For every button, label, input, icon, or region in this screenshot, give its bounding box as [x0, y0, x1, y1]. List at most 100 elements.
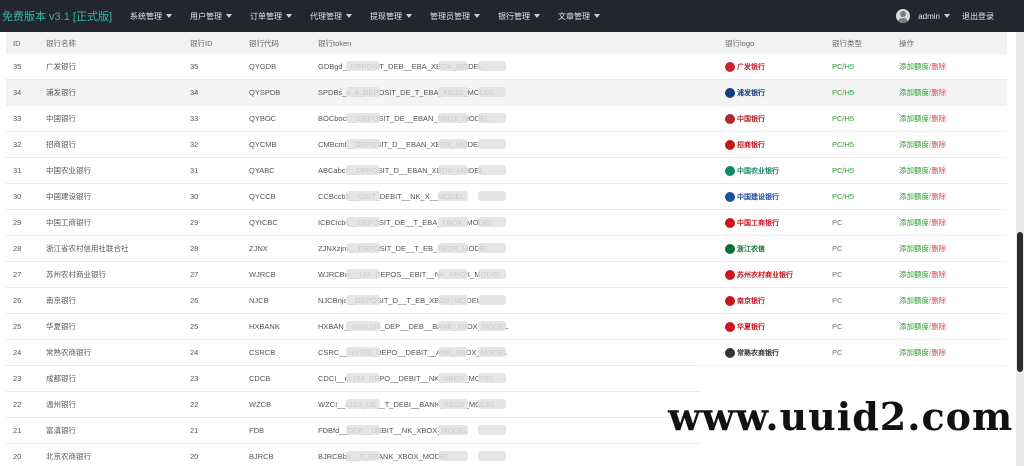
cell-id: 35	[6, 54, 39, 80]
bank-logo-label: 华夏银行	[737, 323, 765, 331]
cell-bank-id: 23	[183, 365, 242, 392]
add-quota-link[interactable]: 添加额度	[899, 270, 929, 279]
cell-id: 25	[6, 313, 39, 340]
chevron-down-icon[interactable]	[944, 14, 950, 18]
menu-articles[interactable]: 文章管理	[558, 0, 600, 32]
cell-id: 20	[6, 443, 39, 466]
cell-bank-code: ZJNX	[242, 235, 311, 262]
menu-orders[interactable]: 订单管理	[250, 0, 292, 32]
cell-id: 24	[6, 339, 39, 366]
delete-link[interactable]: 删除	[931, 218, 946, 227]
redaction-blur	[346, 61, 380, 71]
chevron-down-icon	[594, 14, 600, 18]
column-header: 银行token	[311, 32, 718, 54]
cell-bank-code: CDCB	[242, 365, 311, 392]
bank-logo-label: 南京银行	[737, 297, 765, 305]
user-name[interactable]: admin	[918, 12, 940, 21]
cell-id: 26	[6, 287, 39, 314]
cell-actions: 添加额度/删除	[892, 79, 1007, 106]
cell-bank-type: PC	[825, 261, 892, 288]
menu-system[interactable]: 系统管理	[130, 0, 172, 32]
delete-link[interactable]: 删除	[931, 62, 946, 71]
bank-logo-label: 中国银行	[737, 115, 765, 123]
redaction-blur	[478, 113, 506, 123]
table-row: 28 浙江省农村信用社联合社 28 ZJNX ZJNXzjnx__DEPOSIT_DE_…	[6, 235, 1007, 262]
menu-withdraw[interactable]: 提现管理	[370, 0, 412, 32]
cell-bank-code: WJRCB	[242, 261, 311, 288]
cell-bank-token: CMBcmt__DEPOSIT_D__EBAN_XBOX_MODEL	[311, 131, 718, 158]
cell-actions: 添加额度/删除	[892, 287, 1007, 314]
token-text: ZJNXzjnx__DEPOSIT_DE__T_EB_XBOX_MODEL	[318, 243, 506, 253]
cell-id: 22	[6, 391, 39, 418]
bank-logo: 华夏银行	[725, 320, 765, 334]
menu-users[interactable]: 用户管理	[190, 0, 232, 32]
add-quota-link[interactable]: 添加额度	[899, 166, 929, 175]
menu-admins[interactable]: 管理员管理	[430, 0, 480, 32]
menu-agents[interactable]: 代理管理	[310, 0, 352, 32]
cell-bank-code: QYBOC	[242, 105, 311, 132]
redaction-blur	[438, 243, 468, 253]
cell-bank-code: NJCB	[242, 287, 311, 314]
delete-link[interactable]: 删除	[931, 322, 946, 331]
chevron-down-icon	[534, 14, 540, 18]
delete-link[interactable]: 删除	[931, 192, 946, 201]
cell-bank-type: PC	[825, 313, 892, 340]
cell-bank-name: 招商银行	[39, 131, 183, 158]
add-quota-link[interactable]: 添加额度	[899, 244, 929, 253]
add-quota-link[interactable]: 添加额度	[899, 322, 929, 331]
redaction-blur	[346, 87, 380, 97]
delete-link[interactable]: 删除	[931, 88, 946, 97]
redaction-blur	[438, 451, 468, 461]
cell-id: 29	[6, 209, 39, 236]
cell-bank-type: PC/H5	[825, 105, 892, 132]
table-header-row: ID 银行名称 银行ID 银行代码 银行token 银行logo 银行类型 操作	[6, 32, 1007, 54]
redaction-blur	[438, 425, 468, 435]
add-quota-link[interactable]: 添加额度	[899, 140, 929, 149]
bank-emblem-icon	[725, 295, 735, 306]
cell-bank-logo: 招商银行	[718, 131, 825, 158]
redaction-blur	[346, 217, 380, 227]
bank-logo: 浙江农信	[725, 242, 765, 256]
logout-link[interactable]: 退出登录	[962, 11, 994, 22]
redaction-blur	[438, 61, 468, 71]
delete-link[interactable]: 删除	[931, 270, 946, 279]
cell-bank-token: ABCabcr__DEPOSIT_D__EBAN_XBOX_MODEL	[311, 157, 718, 184]
add-quota-link[interactable]: 添加额度	[899, 218, 929, 227]
cell-id: 23	[6, 365, 39, 392]
cell-actions: 添加额度/删除	[892, 209, 1007, 236]
bank-emblem-icon	[725, 269, 735, 280]
avatar[interactable]	[896, 9, 911, 23]
cell-bank-token: ICBCicbc__DEPOSIT_DE__T_EBA_XBOX_MODEL	[311, 209, 718, 236]
redaction-blur	[478, 347, 506, 357]
menu-banks[interactable]: 银行管理	[498, 0, 540, 32]
token-text: CDCI__cc103_DEPO__DEBIT__NK_XBOX_MODEL	[318, 373, 506, 383]
column-header: 银行代码	[242, 32, 311, 54]
cell-bank-logo: 中国建设银行	[718, 183, 825, 210]
delete-link[interactable]: 删除	[931, 244, 946, 253]
add-quota-link[interactable]: 添加额度	[899, 62, 929, 71]
add-quota-link[interactable]: 添加额度	[899, 192, 929, 201]
table-row: 29 中国工商银行 29 QYICBC ICBCicbc__DEPOSIT_DE__T_…	[6, 209, 1007, 236]
redaction-blur	[438, 373, 468, 383]
bank-logo: 招商银行	[725, 138, 765, 152]
cell-bank-code: FDB	[242, 417, 311, 444]
delete-link[interactable]: 删除	[931, 296, 946, 305]
delete-link[interactable]: 删除	[931, 140, 946, 149]
delete-link[interactable]: 删除	[931, 166, 946, 175]
cell-bank-code: QYABC	[242, 157, 311, 184]
bank-logo: 广发银行	[725, 60, 765, 74]
app-brand-title[interactable]: 免费版本 v3.1 [正式版]	[0, 8, 120, 24]
scrollbar-thumb[interactable]	[1017, 232, 1023, 372]
top-navbar: 免费版本 v3.1 [正式版] 系统管理 用户管理 订单管理 代理管理 提现管理…	[0, 0, 1024, 32]
bank-emblem-icon	[725, 321, 735, 332]
bank-emblem-icon	[725, 217, 735, 228]
delete-link[interactable]: 删除	[931, 114, 946, 123]
redaction-blur	[478, 243, 506, 253]
cell-bank-token: CSRC__ucc103_DEPO__DEBIT__ANK_XBOX_MODEL	[311, 339, 718, 366]
cell-actions: 添加额度/删除	[892, 105, 1007, 132]
menu-label: 银行管理	[498, 11, 530, 21]
add-quota-link[interactable]: 添加额度	[899, 296, 929, 305]
add-quota-link[interactable]: 添加额度	[899, 114, 929, 123]
vertical-scrollbar[interactable]	[1016, 32, 1024, 466]
add-quota-link[interactable]: 添加额度	[899, 88, 929, 97]
